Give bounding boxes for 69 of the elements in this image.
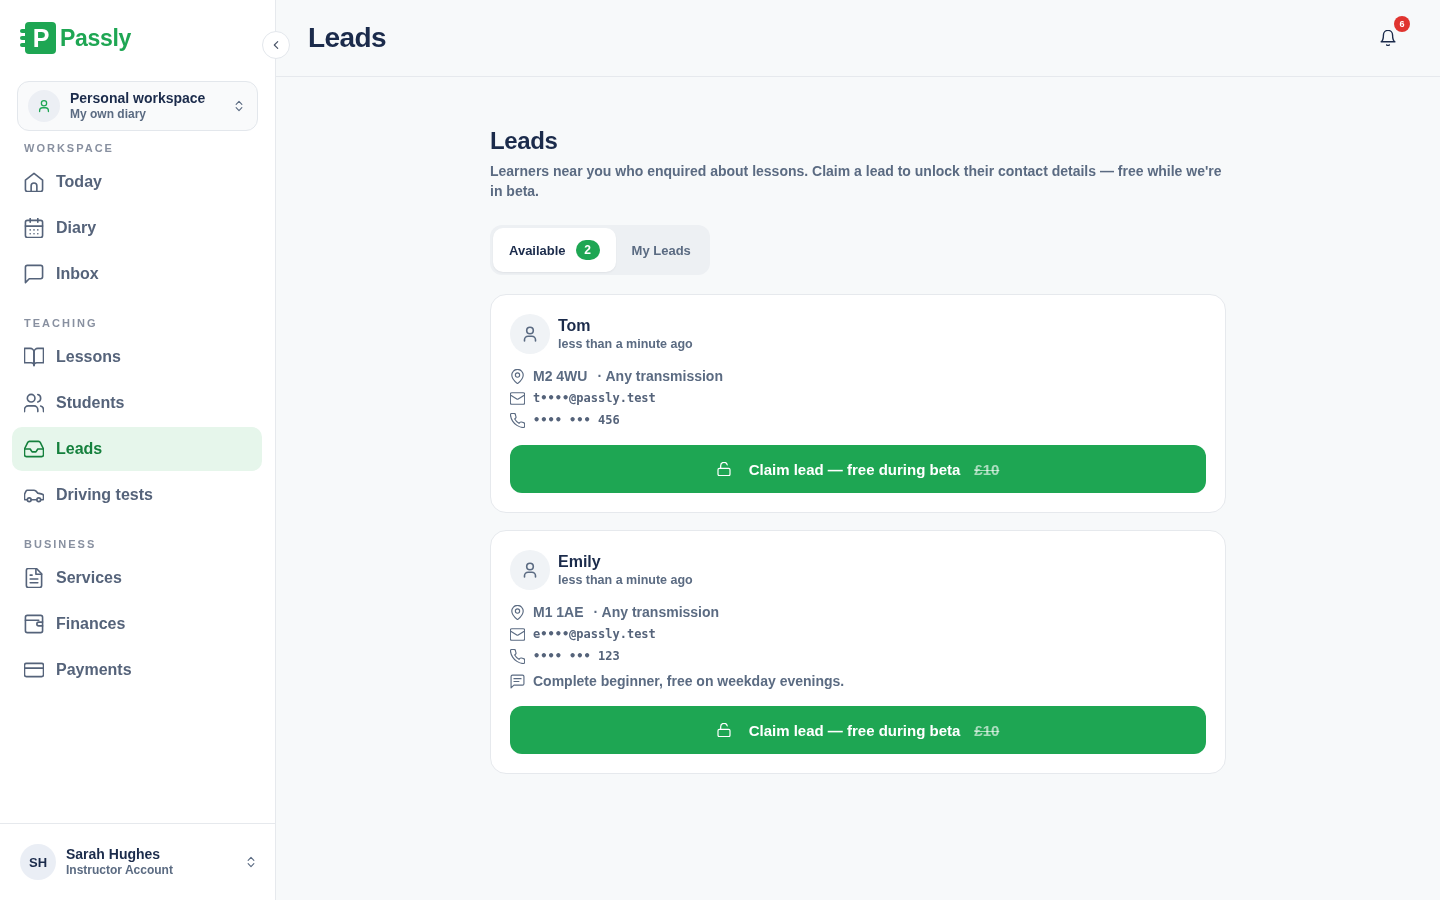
claim-lead-button[interactable]: Claim lead — free during beta £10: [510, 706, 1206, 754]
workspace-avatar-icon: [28, 90, 60, 122]
lead-name: Tom: [558, 316, 592, 336]
person-avatar-icon: [510, 314, 550, 354]
workspace-switcher[interactable]: Personal workspace My own diary: [17, 81, 258, 131]
timestamp: less than a minute ago: [558, 336, 693, 352]
workspace-name: Personal workspace: [70, 90, 207, 106]
nav-item[interactable]: Inbox: [12, 252, 262, 296]
chat-bubble-icon: [24, 264, 44, 284]
home-icon: [24, 172, 44, 192]
mail-icon: [510, 626, 525, 642]
workspace-subtitle: My own diary: [70, 106, 147, 122]
section-title: Leads: [490, 126, 559, 156]
nav-item[interactable]: Finances: [12, 602, 262, 646]
chat-bubble-icon: [510, 673, 525, 689]
email-text: t••••@passly.test: [533, 391, 656, 405]
unlocked-padlock-icon: [716, 723, 731, 737]
nav-item[interactable]: Leads: [12, 427, 262, 471]
wallet-icon: [24, 614, 44, 634]
map-pin-icon: [510, 604, 525, 620]
nav-item[interactable]: Diary: [12, 206, 262, 250]
page-title: Leads: [308, 22, 386, 54]
phone-icon: [510, 412, 525, 428]
email-text: e••••@passly.test: [533, 627, 656, 641]
map-pin-icon: [510, 368, 525, 384]
nav-item[interactable]: Payments: [12, 648, 262, 692]
nav-item[interactable]: Driving tests: [12, 473, 262, 517]
phone-text: •••• ••• 456: [533, 413, 620, 427]
chevron-up-down-icon: [233, 99, 245, 113]
document-icon: [24, 568, 44, 588]
note-text: Complete beginner, free on weekday evenings.: [533, 673, 845, 689]
notification-badge: 6: [1394, 16, 1410, 32]
lead-name: Emily: [558, 552, 602, 572]
nav-item[interactable]: Today: [12, 160, 262, 204]
user-avatar: SH: [20, 844, 56, 880]
count-badge: 2: [575, 240, 600, 260]
postcode-text: M2 4WU: [533, 368, 588, 384]
old-price: £10: [974, 721, 1000, 739]
phone-icon: [510, 648, 525, 664]
chevron-up-down-icon: [245, 855, 257, 869]
person-avatar-icon: [510, 550, 550, 590]
timestamp: less than a minute ago: [558, 572, 693, 588]
old-price: £10: [974, 460, 1000, 478]
book-icon: [24, 347, 44, 367]
nav-item[interactable]: Students: [12, 381, 262, 425]
nav-item[interactable]: Services: [12, 556, 262, 600]
user-role: Instructor Account: [66, 862, 174, 878]
logo-mark: P: [20, 22, 56, 54]
inbox-icon: [24, 439, 44, 459]
postcode-text: M1 1AE: [533, 604, 584, 620]
mail-icon: [510, 390, 525, 406]
brand-name: Passly: [60, 24, 132, 52]
nav-item[interactable]: Lessons: [12, 335, 262, 379]
tab[interactable]: My Leads: [615, 228, 707, 272]
credit-card-icon: [24, 660, 44, 680]
phone-text: •••• ••• 123: [533, 649, 620, 663]
user-name: Sarah Hughes: [66, 846, 162, 862]
bell-icon: [1380, 30, 1396, 46]
transmission-text: · Any transmission: [593, 604, 720, 620]
unlocked-padlock-icon: [716, 462, 731, 476]
tab[interactable]: Available 2: [493, 228, 616, 272]
claim-lead-button[interactable]: Claim lead — free during beta £10: [510, 445, 1206, 493]
description-text: Learners near you who enquired about lessons. Claim a lead to unlock their contact details — free while we're in beta.: [490, 162, 1223, 201]
calendar-icon: [24, 218, 44, 238]
transmission-text: · Any transmission: [597, 368, 723, 384]
section-label: WORKSPACE: [23, 141, 115, 155]
section-label: TEACHING: [23, 316, 99, 330]
section-label: BUSINESS: [23, 537, 98, 551]
users-icon: [24, 393, 44, 413]
